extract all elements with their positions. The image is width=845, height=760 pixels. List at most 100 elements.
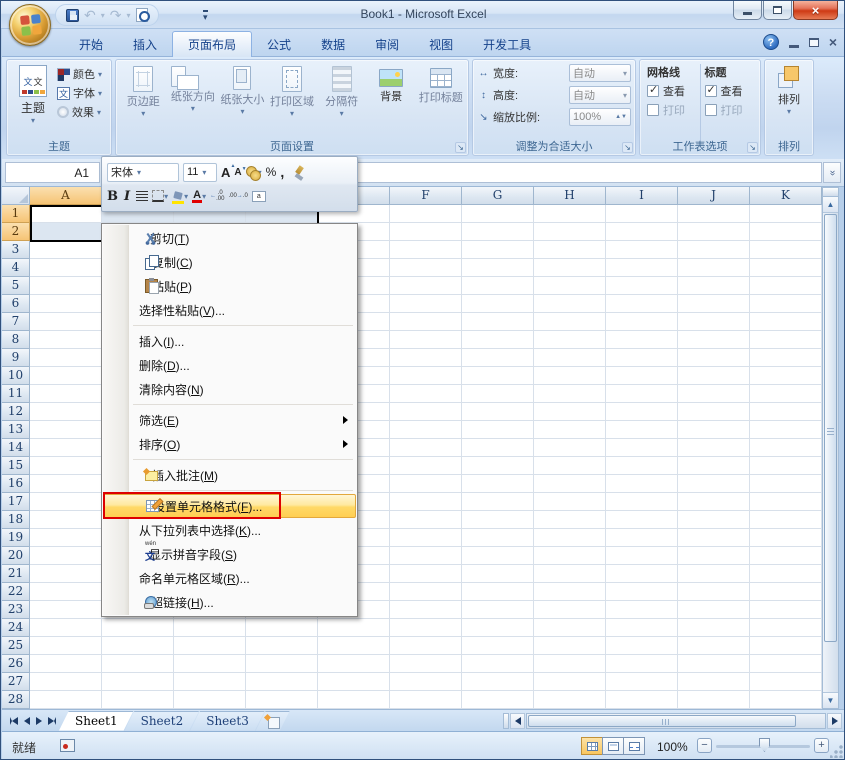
row-header-6[interactable]: 6 [2,295,30,313]
row-header-25[interactable]: 25 [2,637,30,655]
cell-B24[interactable] [102,619,174,637]
tab-页面布局[interactable]: 页面布局 [172,31,252,57]
row-header-9[interactable]: 9 [2,349,30,367]
row-header-28[interactable]: 28 [2,691,30,709]
row-header-4[interactable]: 4 [2,259,30,277]
cell-A7[interactable] [30,313,102,331]
zoom-out-button[interactable]: − [697,738,712,753]
cell-I5[interactable] [606,277,678,295]
row-header-2[interactable]: 2 [2,223,30,241]
cell-I25[interactable] [606,637,678,655]
cell-C24[interactable] [174,619,246,637]
column-header-K[interactable]: K [750,187,822,205]
cell-C25[interactable] [174,637,246,655]
column-header-J[interactable]: J [678,187,750,205]
cell-I8[interactable] [606,331,678,349]
cell-I16[interactable] [606,475,678,493]
cell-K20[interactable] [750,547,822,565]
cell-G20[interactable] [462,547,534,565]
first-sheet-icon[interactable] [10,717,18,725]
cell-I18[interactable] [606,511,678,529]
cell-G5[interactable] [462,277,534,295]
increase-decimal-button[interactable]: ←.0 .00 [210,190,224,202]
redo-icon[interactable]: ↷ [110,9,122,21]
cell-B26[interactable] [102,655,174,673]
margins-button[interactable]: 页边距▾ [119,62,168,141]
cell-G8[interactable] [462,331,534,349]
cell-E24[interactable] [318,619,390,637]
row-header-16[interactable]: 16 [2,475,30,493]
cell-J12[interactable] [678,403,750,421]
cell-F20[interactable] [390,547,462,565]
cell-I1[interactable] [606,205,678,223]
cell-I19[interactable] [606,529,678,547]
menu-item-clear-contents[interactable]: 清除内容(N) [103,377,356,401]
spinner-icon[interactable]: ▲▼ [615,115,627,120]
cell-A3[interactable] [30,241,102,259]
cell-K22[interactable] [750,583,822,601]
cell-G16[interactable] [462,475,534,493]
cell-I4[interactable] [606,259,678,277]
cell-I21[interactable] [606,565,678,583]
cell-G4[interactable] [462,259,534,277]
breaks-button[interactable]: 分隔符▾ [317,62,366,141]
horizontal-scrollbar-thumb[interactable] [528,715,796,727]
cell-H18[interactable] [534,511,606,529]
bold-button[interactable]: B [107,189,118,204]
cell-F24[interactable] [390,619,462,637]
cell-A4[interactable] [30,259,102,277]
row-header-19[interactable]: 19 [2,529,30,547]
cell-H6[interactable] [534,295,606,313]
cell-H19[interactable] [534,529,606,547]
next-sheet-icon[interactable] [36,717,42,725]
sheet-tab-Sheet1[interactable]: Sheet1 [59,711,134,731]
menu-item-insert[interactable]: 插入(I)... [103,329,356,353]
name-box[interactable]: A1 [5,162,100,183]
orientation-button[interactable]: 纸张方向▾ [169,62,218,141]
cell-K19[interactable] [750,529,822,547]
format-painter-icon[interactable] [294,166,305,179]
row-header-1[interactable]: 1 [2,205,30,223]
cell-K28[interactable] [750,691,822,709]
last-sheet-icon[interactable] [48,717,56,725]
cell-K15[interactable] [750,457,822,475]
cell-A8[interactable] [30,331,102,349]
cell-F14[interactable] [390,439,462,457]
cell-K7[interactable] [750,313,822,331]
cell-B28[interactable] [102,691,174,709]
row-header-20[interactable]: 20 [2,547,30,565]
vertical-scrollbar[interactable]: ▲ ▼ [822,187,839,709]
cell-G17[interactable] [462,493,534,511]
cell-G25[interactable] [462,637,534,655]
cell-G13[interactable] [462,421,534,439]
cell-I24[interactable] [606,619,678,637]
accounting-format-icon[interactable] [246,166,258,178]
scale-ratio-stepper[interactable]: 100%▲▼ [569,108,631,126]
tab-审阅[interactable]: 审阅 [360,31,414,57]
cell-A12[interactable] [30,403,102,421]
cell-J6[interactable] [678,295,750,313]
italic-button[interactable]: I [122,189,132,204]
workbook-minimize-icon[interactable] [789,45,799,48]
borders-icon[interactable] [152,190,164,202]
scroll-down-icon[interactable]: ▼ [823,692,838,708]
row-header-14[interactable]: 14 [2,439,30,457]
help-icon[interactable]: ? [763,34,779,50]
sheet-tab-Sheet3[interactable]: Sheet3 [190,711,265,731]
cell-A2[interactable] [30,223,102,241]
cell-J19[interactable] [678,529,750,547]
cell-J5[interactable] [678,277,750,295]
cell-E28[interactable] [318,691,390,709]
cell-K12[interactable] [750,403,822,421]
cell-H17[interactable] [534,493,606,511]
cell-J24[interactable] [678,619,750,637]
cell-J16[interactable] [678,475,750,493]
cell-F12[interactable] [390,403,462,421]
tab-公式[interactable]: 公式 [252,31,306,57]
cell-H2[interactable] [534,223,606,241]
cell-I12[interactable] [606,403,678,421]
width-select[interactable]: 自动▾ [569,64,631,82]
cell-H16[interactable] [534,475,606,493]
cell-A24[interactable] [30,619,102,637]
cell-K4[interactable] [750,259,822,277]
